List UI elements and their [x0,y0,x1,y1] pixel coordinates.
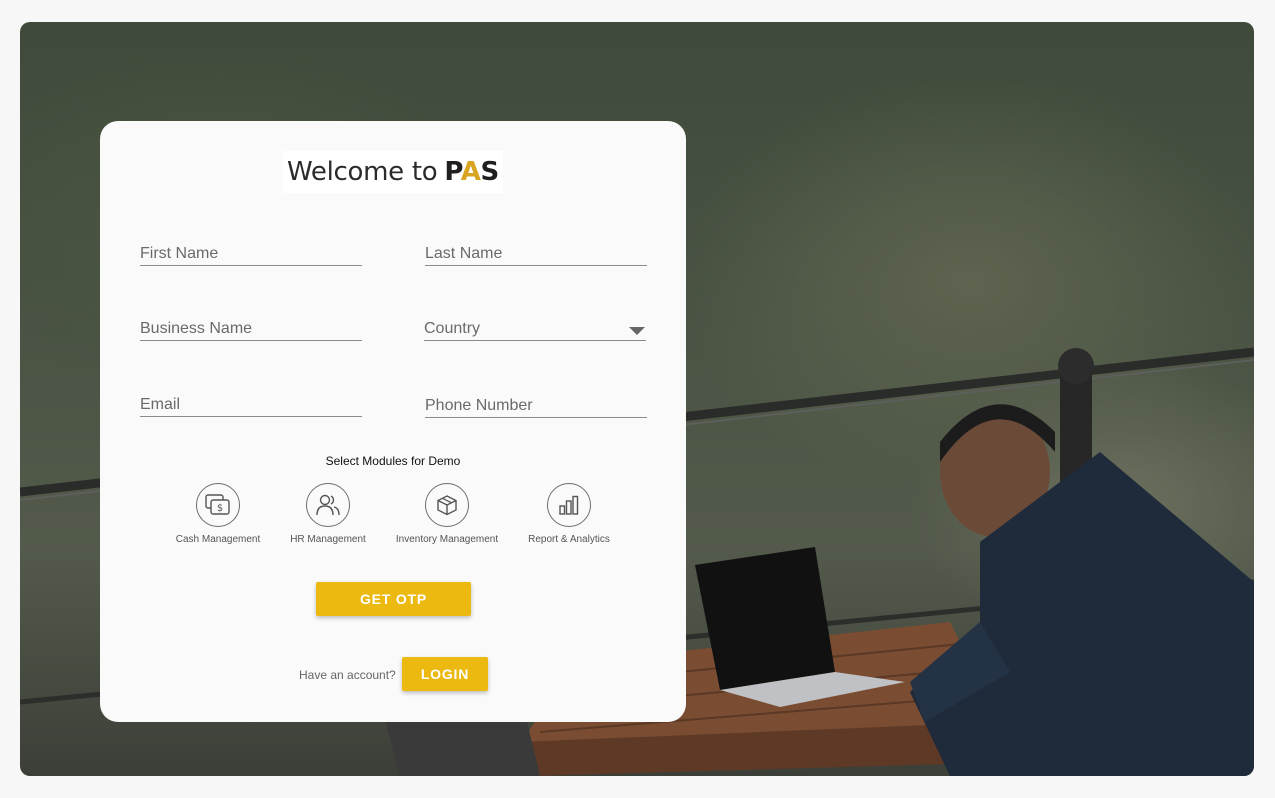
country-input[interactable] [424,320,646,338]
email-input[interactable] [140,396,362,414]
cash-icon[interactable]: $ [196,483,240,527]
signup-card: Welcome to PAS Select Modules for Demo $ [100,121,686,722]
module-report-analytics[interactable]: Report & Analytics [514,483,624,545]
module-label: Cash Management [175,534,261,545]
module-cash-management[interactable]: $ Cash Management [163,483,273,545]
background-photo: Welcome to PAS Select Modules for Demo $ [20,22,1254,776]
module-label: Inventory Management [395,534,499,545]
module-label: HR Management [290,534,366,545]
logo-prefix: Welcome to [287,157,438,187]
box-icon[interactable] [425,483,469,527]
bar-chart-icon[interactable] [547,483,591,527]
login-button[interactable]: LOGIN [402,657,488,691]
modules-title: Select Modules for Demo [325,454,461,468]
module-inventory-management[interactable]: Inventory Management [392,483,502,545]
last-name-input[interactable] [425,245,647,263]
module-hr-management[interactable]: HR Management [273,483,383,545]
first-name-input[interactable] [140,245,362,263]
logo-brand: PAS [444,157,499,187]
email-field [140,383,362,417]
business-name-input[interactable] [140,320,362,338]
chevron-down-icon[interactable] [629,327,645,335]
phone-field [425,384,647,418]
last-name-field [425,232,647,266]
phone-input[interactable] [425,397,647,415]
pas-logo: Welcome to PAS [283,151,503,193]
business-name-field [140,307,362,341]
svg-text:$: $ [217,503,223,514]
have-account-text: Have an account? [299,668,396,682]
module-label: Report & Analytics [528,534,610,545]
get-otp-button[interactable]: GET OTP [316,582,471,616]
first-name-field [140,232,362,266]
country-select[interactable] [424,307,646,341]
users-icon[interactable] [306,483,350,527]
